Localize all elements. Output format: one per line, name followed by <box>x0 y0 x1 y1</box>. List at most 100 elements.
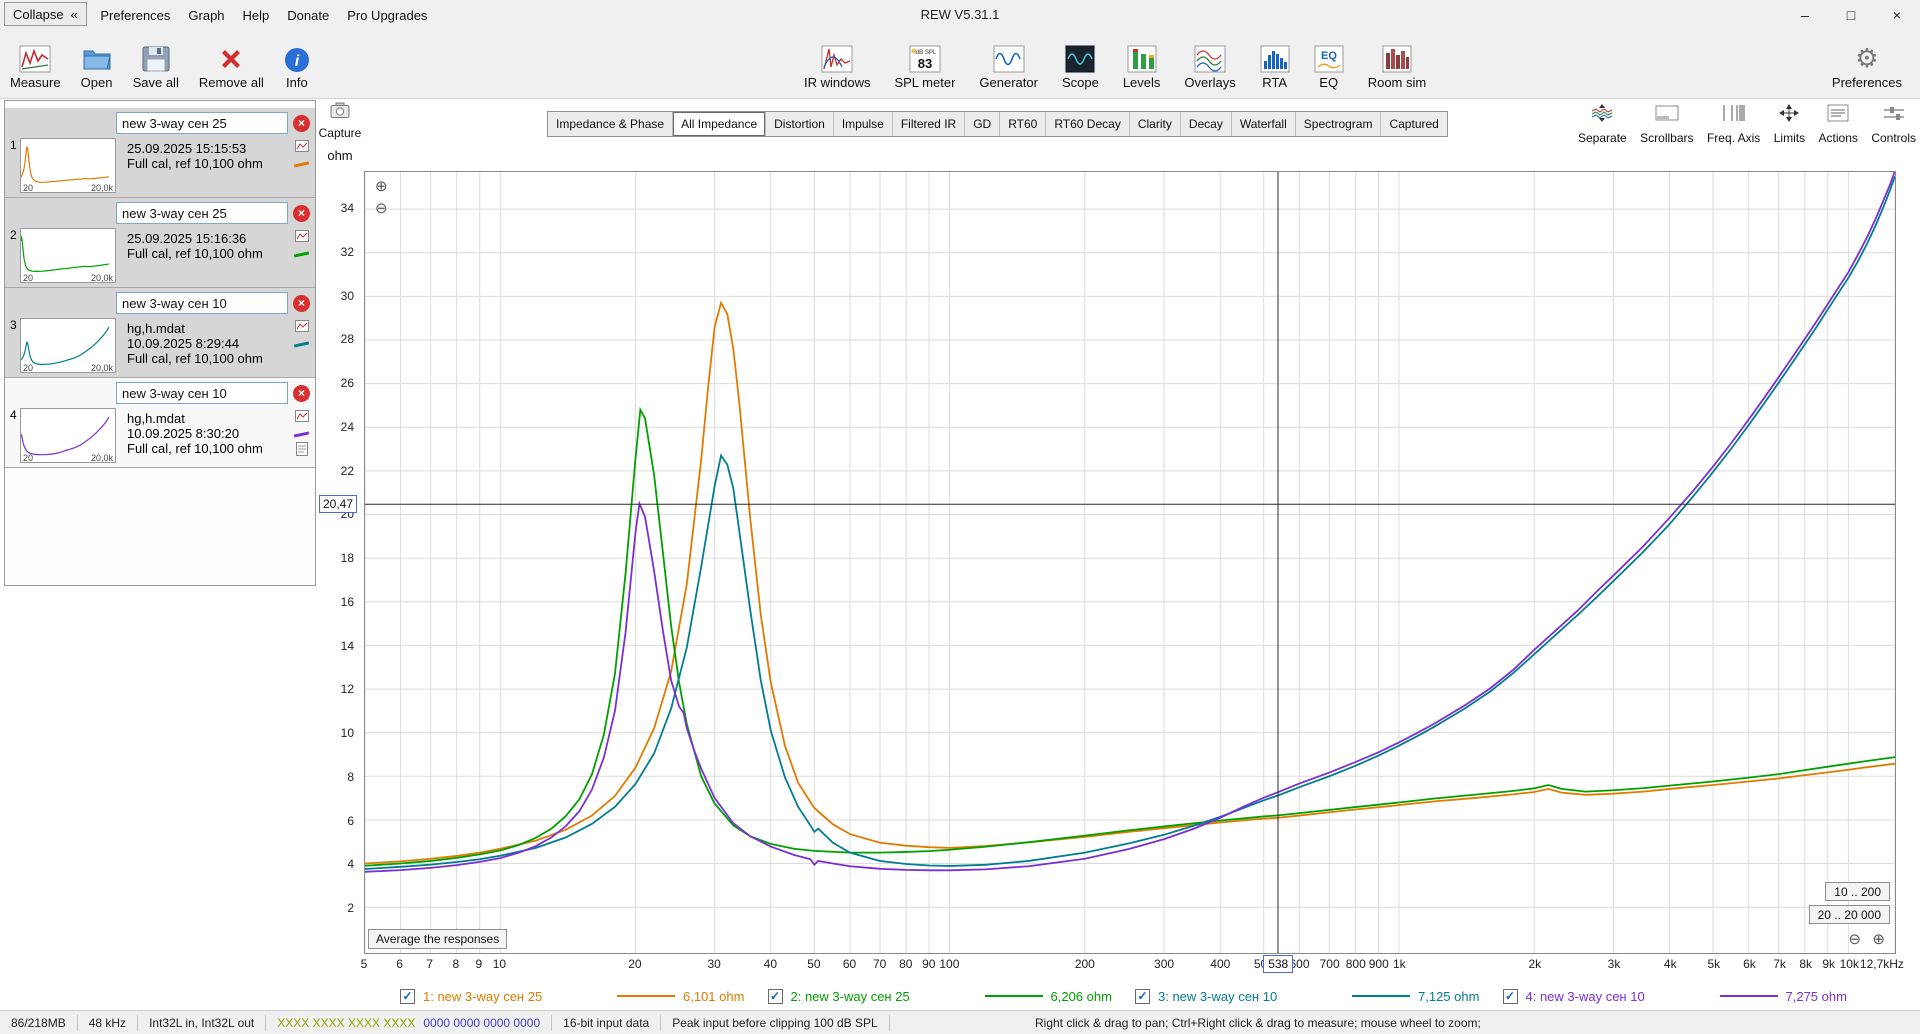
zoom-in-icon[interactable]: ⊕ <box>1872 932 1885 947</box>
trace-color-icon[interactable] <box>293 161 310 168</box>
rta-button[interactable]: RTA <box>1256 33 1294 92</box>
thumb-axis-start: 20 <box>23 183 34 193</box>
trace-1-checkbox[interactable]: ✓ <box>400 988 415 1004</box>
measurement-name-input[interactable] <box>116 112 288 134</box>
x-tick-label: 2k <box>1528 957 1542 971</box>
levels-button[interactable]: Levels <box>1119 33 1165 92</box>
tab-decay[interactable]: Decay <box>1181 112 1232 136</box>
save-all-button[interactable]: Save all <box>129 33 183 92</box>
y-tick-label: 14 <box>340 638 354 653</box>
menu-graph[interactable]: Graph <box>179 3 233 28</box>
trace-4-cursor-value: 7,275 ohm <box>1785 988 1847 1004</box>
trace-color-icon[interactable] <box>293 251 310 258</box>
zoom-out-icon[interactable]: ⊖ <box>1848 932 1861 947</box>
trace-4-checkbox[interactable]: ✓ <box>1502 988 1518 1004</box>
capture-button[interactable]: Capture <box>319 102 361 140</box>
trace-color-icon[interactable] <box>293 341 310 348</box>
tab-gd[interactable]: GD <box>965 112 1001 136</box>
trace-2-line-sample <box>984 995 1043 997</box>
measurement-name-input[interactable] <box>116 202 288 224</box>
freq-axis-button[interactable]: Freq. Axis <box>1707 103 1760 145</box>
trace-color-icon[interactable] <box>293 431 310 438</box>
open-button[interactable]: Open <box>77 33 117 92</box>
menu-donate[interactable]: Donate <box>278 3 338 28</box>
collapse-sidebar-button[interactable]: Collapse « <box>4 2 87 26</box>
average-responses-button[interactable]: Average the responses <box>368 929 508 949</box>
notes-icon[interactable] <box>295 442 308 461</box>
measurement-item-4[interactable]: × 4 20 20,0k hg,h.mdat 10.09.2025 8:30:2… <box>5 378 315 468</box>
tab-rt60-decay[interactable]: RT60 Decay <box>1046 112 1130 136</box>
measurement-index: 3 <box>10 318 17 332</box>
x-tick-label: 7 <box>426 957 434 971</box>
tab-filtered-ir[interactable]: Filtered IR <box>893 112 966 136</box>
measurement-item-2[interactable]: × 2 20 20,0k 25.09.2025 15:16:36 Full ca… <box>5 198 315 288</box>
tab-rt60[interactable]: RT60 <box>1000 112 1047 136</box>
ir-windows-button[interactable]: IR windows <box>800 33 874 92</box>
room-sim-button[interactable]: Room sim <box>1364 33 1431 92</box>
delete-measurement-button[interactable]: × <box>293 384 310 402</box>
measurement-thumbnail: 20 20,0k <box>20 408 116 463</box>
mini-graph-icon[interactable] <box>294 409 309 427</box>
scrollbars-button[interactable]: Scrollbars <box>1640 103 1694 145</box>
x-tick-label: 3k <box>1607 957 1621 971</box>
measure-label: Measure <box>10 75 61 90</box>
mini-graph-icon[interactable] <box>294 319 309 337</box>
eq-button[interactable]: EQ EQ <box>1310 33 1348 92</box>
chart-canvas[interactable] <box>365 172 1895 953</box>
freq-range-10-200-button[interactable]: 10 .. 200 <box>1825 882 1890 901</box>
tab-impedance-phase[interactable]: Impedance & Phase <box>548 112 674 136</box>
tab-all-impedance[interactable]: All Impedance <box>673 112 767 136</box>
collapse-chevrons-icon: « <box>70 6 78 22</box>
tab-spectrogram[interactable]: Spectrogram <box>1296 112 1382 136</box>
measurement-item-1[interactable]: × 1 20 20,0k 25.09.2025 15:15:53 Full ca… <box>5 108 315 198</box>
trace-3-checkbox[interactable]: ✓ <box>1135 988 1150 1004</box>
preferences-button[interactable]: ⚙ Preferences <box>1828 33 1906 92</box>
delete-measurement-button[interactable]: × <box>293 204 310 222</box>
tab-distortion[interactable]: Distortion <box>766 112 834 136</box>
zoom-in-icon[interactable]: ⊕ <box>375 179 388 194</box>
io-format: Int32L in, Int32L out <box>138 1014 267 1031</box>
input-bits-active: XXXX XXXX XXXX XXXX <box>277 1015 416 1030</box>
spl-meter-button[interactable]: dB SPL 83 SPL meter <box>890 33 959 92</box>
zoom-out-icon[interactable]: ⊖ <box>375 201 388 216</box>
trace-2-checkbox[interactable]: ✓ <box>767 988 783 1004</box>
menu-preferences[interactable]: Preferences <box>91 3 179 28</box>
x-tick-label: 400 <box>1210 957 1231 971</box>
freq-range-20-20000-button[interactable]: 20 .. 20 000 <box>1808 905 1890 924</box>
delete-measurement-button[interactable]: × <box>293 294 310 312</box>
overlays-button[interactable]: Overlays <box>1180 33 1239 92</box>
separate-button[interactable]: Separate <box>1578 103 1627 145</box>
close-button[interactable]: × <box>1874 0 1920 30</box>
measurement-name-input[interactable] <box>116 292 288 314</box>
info-button[interactable]: i Info <box>280 33 314 92</box>
tab-waterfall[interactable]: Waterfall <box>1232 112 1296 136</box>
delete-measurement-button[interactable]: × <box>293 114 310 132</box>
gear-icon: ⚙ <box>1855 43 1879 73</box>
minimize-button[interactable]: – <box>1782 0 1828 30</box>
thumb-axis-end: 20,0k <box>90 453 113 463</box>
y-tick-label: 8 <box>347 769 354 784</box>
y-tick-label: 32 <box>340 244 354 259</box>
measurement-name-input[interactable] <box>116 382 288 404</box>
x-tick-label: 90 <box>922 957 936 971</box>
measurement-item-3[interactable]: × 3 20 20,0k hg,h.mdat 10.09.2025 8:29:4… <box>5 288 315 378</box>
scope-button[interactable]: Scope <box>1058 33 1103 92</box>
menu-help[interactable]: Help <box>234 3 279 28</box>
impedance-chart[interactable]: ⊕ ⊖ Average the responses 10 .. 200 20 .… <box>364 171 1896 954</box>
tab-impulse[interactable]: Impulse <box>834 112 893 136</box>
menu-pro-upgrades[interactable]: Pro Upgrades <box>338 3 436 28</box>
actions-button[interactable]: Actions <box>1819 103 1858 145</box>
measure-button[interactable]: Measure <box>6 33 65 92</box>
generator-button[interactable]: Generator <box>975 33 1042 92</box>
measurement-file: hg,h.mdat <box>127 411 185 426</box>
mini-graph-icon[interactable] <box>294 139 309 157</box>
controls-button[interactable]: Controls <box>1871 103 1916 145</box>
toolbar-center-group: IR windows dB SPL 83 SPL meter Generator … <box>800 33 1430 92</box>
maximize-button[interactable]: □ <box>1828 0 1874 30</box>
limits-button[interactable]: Limits <box>1774 103 1805 145</box>
remove-all-button[interactable]: Remove all <box>195 33 268 92</box>
tab-captured[interactable]: Captured <box>1381 112 1446 136</box>
tab-clarity[interactable]: Clarity <box>1130 112 1181 136</box>
mini-graph-icon[interactable] <box>294 229 309 247</box>
separate-label: Separate <box>1578 131 1627 145</box>
